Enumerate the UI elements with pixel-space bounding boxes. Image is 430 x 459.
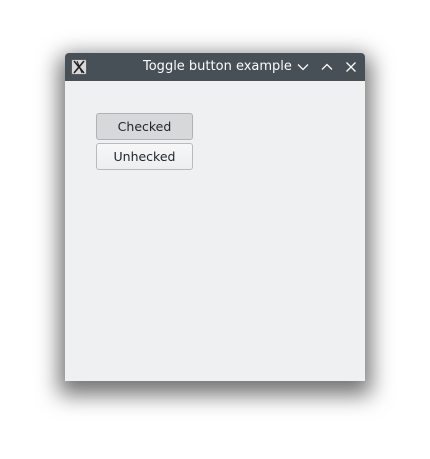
chevron-up-icon[interactable] (319, 59, 335, 75)
title-bar[interactable]: Toggle button example (65, 53, 365, 81)
client-area: Checked Unhecked (65, 81, 365, 381)
unchecked-toggle-button[interactable]: Unhecked (96, 143, 193, 170)
app-window: Toggle button example Checked Unhecked (65, 53, 365, 381)
close-icon[interactable] (343, 59, 359, 75)
app-x-icon[interactable] (71, 59, 87, 75)
window-title: Toggle button example (143, 59, 292, 74)
chevron-down-icon[interactable] (295, 59, 311, 75)
checked-toggle-button[interactable]: Checked (96, 113, 193, 140)
